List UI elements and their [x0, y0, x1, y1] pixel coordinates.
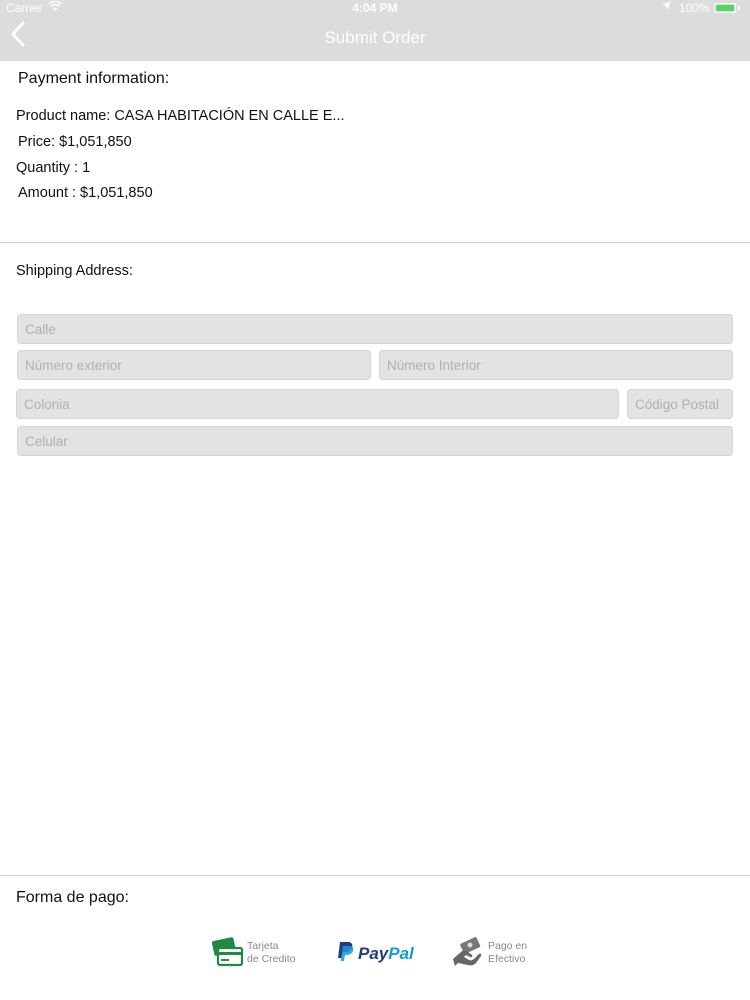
- credit-card-icon: [211, 937, 244, 974]
- credit-card-option[interactable]: Tarjeta de Credito: [211, 937, 302, 974]
- quantity-text: Quantity : 1: [16, 160, 91, 176]
- colonia-input[interactable]: [16, 389, 619, 419]
- cash-caption-2: Efectivo: [488, 953, 526, 965]
- credit-card-caption-1: Tarjeta: [247, 940, 279, 952]
- celular-input[interactable]: [17, 426, 733, 456]
- amount-text: Amount : $1,051,850: [18, 185, 153, 201]
- status-bar: Carrier 4:04 PM 100%: [0, 0, 750, 16]
- paypal-option[interactable]: PayPal: [335, 940, 420, 968]
- shipping-address-heading: Shipping Address:: [16, 263, 133, 279]
- paypal-wordmark: PayPal: [358, 944, 414, 964]
- payment-method-heading: Forma de pago:: [16, 889, 129, 906]
- cash-hand-icon: [451, 937, 483, 974]
- paypal-pal-text: Pal: [388, 944, 414, 963]
- numero-exterior-input[interactable]: [17, 350, 371, 380]
- codigo-postal-input[interactable]: [627, 389, 733, 419]
- price-text: Price: $1,051,850: [18, 134, 132, 150]
- location-arrow-icon: [662, 1, 671, 13]
- calle-input[interactable]: [17, 314, 733, 344]
- payment-info-heading: Payment information:: [18, 70, 170, 87]
- page-title: Submit Order: [324, 28, 426, 47]
- battery-tip: [738, 6, 740, 10]
- section-divider: [0, 242, 750, 243]
- cash-caption-1: Pago en: [488, 940, 528, 952]
- product-name-text: Product name: CASA HABITACIÓN EN CALLE E…: [16, 108, 345, 124]
- battery-icon: [714, 3, 736, 13]
- credit-card-caption-2: de Credito: [247, 953, 296, 965]
- navigation-bar: Submit Order: [0, 16, 750, 61]
- paypal-pay-text: Pay: [358, 944, 389, 963]
- numero-interior-input[interactable]: [379, 350, 733, 380]
- cash-payment-option[interactable]: Pago en Efectivo: [451, 937, 541, 971]
- battery-percent: 100%: [679, 1, 710, 15]
- section-divider: [0, 875, 750, 876]
- paypal-icon: [335, 941, 355, 968]
- status-time: 4:04 PM: [352, 1, 398, 15]
